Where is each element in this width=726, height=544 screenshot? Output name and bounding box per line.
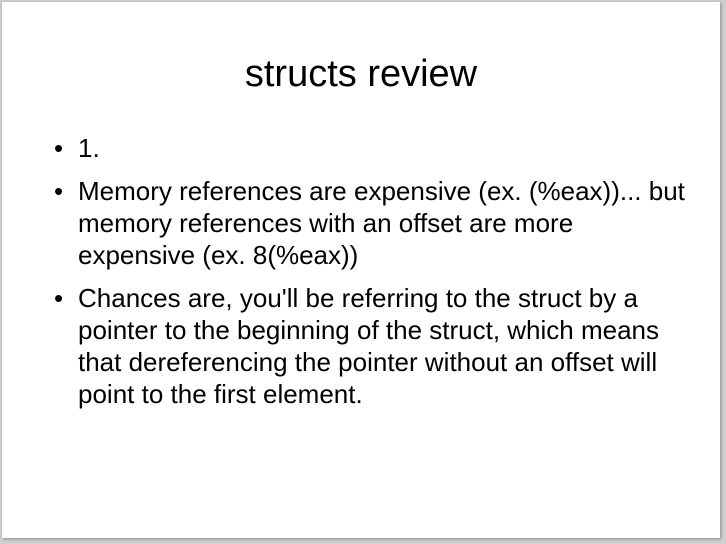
- bullet-dot-icon: •: [54, 283, 64, 313]
- slide: structs review • 1. • Memory references …: [2, 2, 720, 538]
- bullet-text: Memory references are expensive (ex. (%e…: [78, 176, 685, 270]
- bullet-item: • 1.: [54, 132, 690, 164]
- bullet-text: 1.: [78, 133, 100, 163]
- bullet-text: Chances are, you'll be referring to the …: [78, 283, 660, 409]
- bullet-item: • Memory references are expensive (ex. (…: [54, 175, 690, 271]
- slide-title: structs review: [244, 53, 478, 95]
- bullet-dot-icon: •: [54, 176, 64, 206]
- bullet-item: • Chances are, you'll be referring to th…: [54, 282, 690, 410]
- bullet-list: • 1. • Memory references are expensive (…: [54, 132, 690, 421]
- bullet-dot-icon: •: [54, 133, 64, 163]
